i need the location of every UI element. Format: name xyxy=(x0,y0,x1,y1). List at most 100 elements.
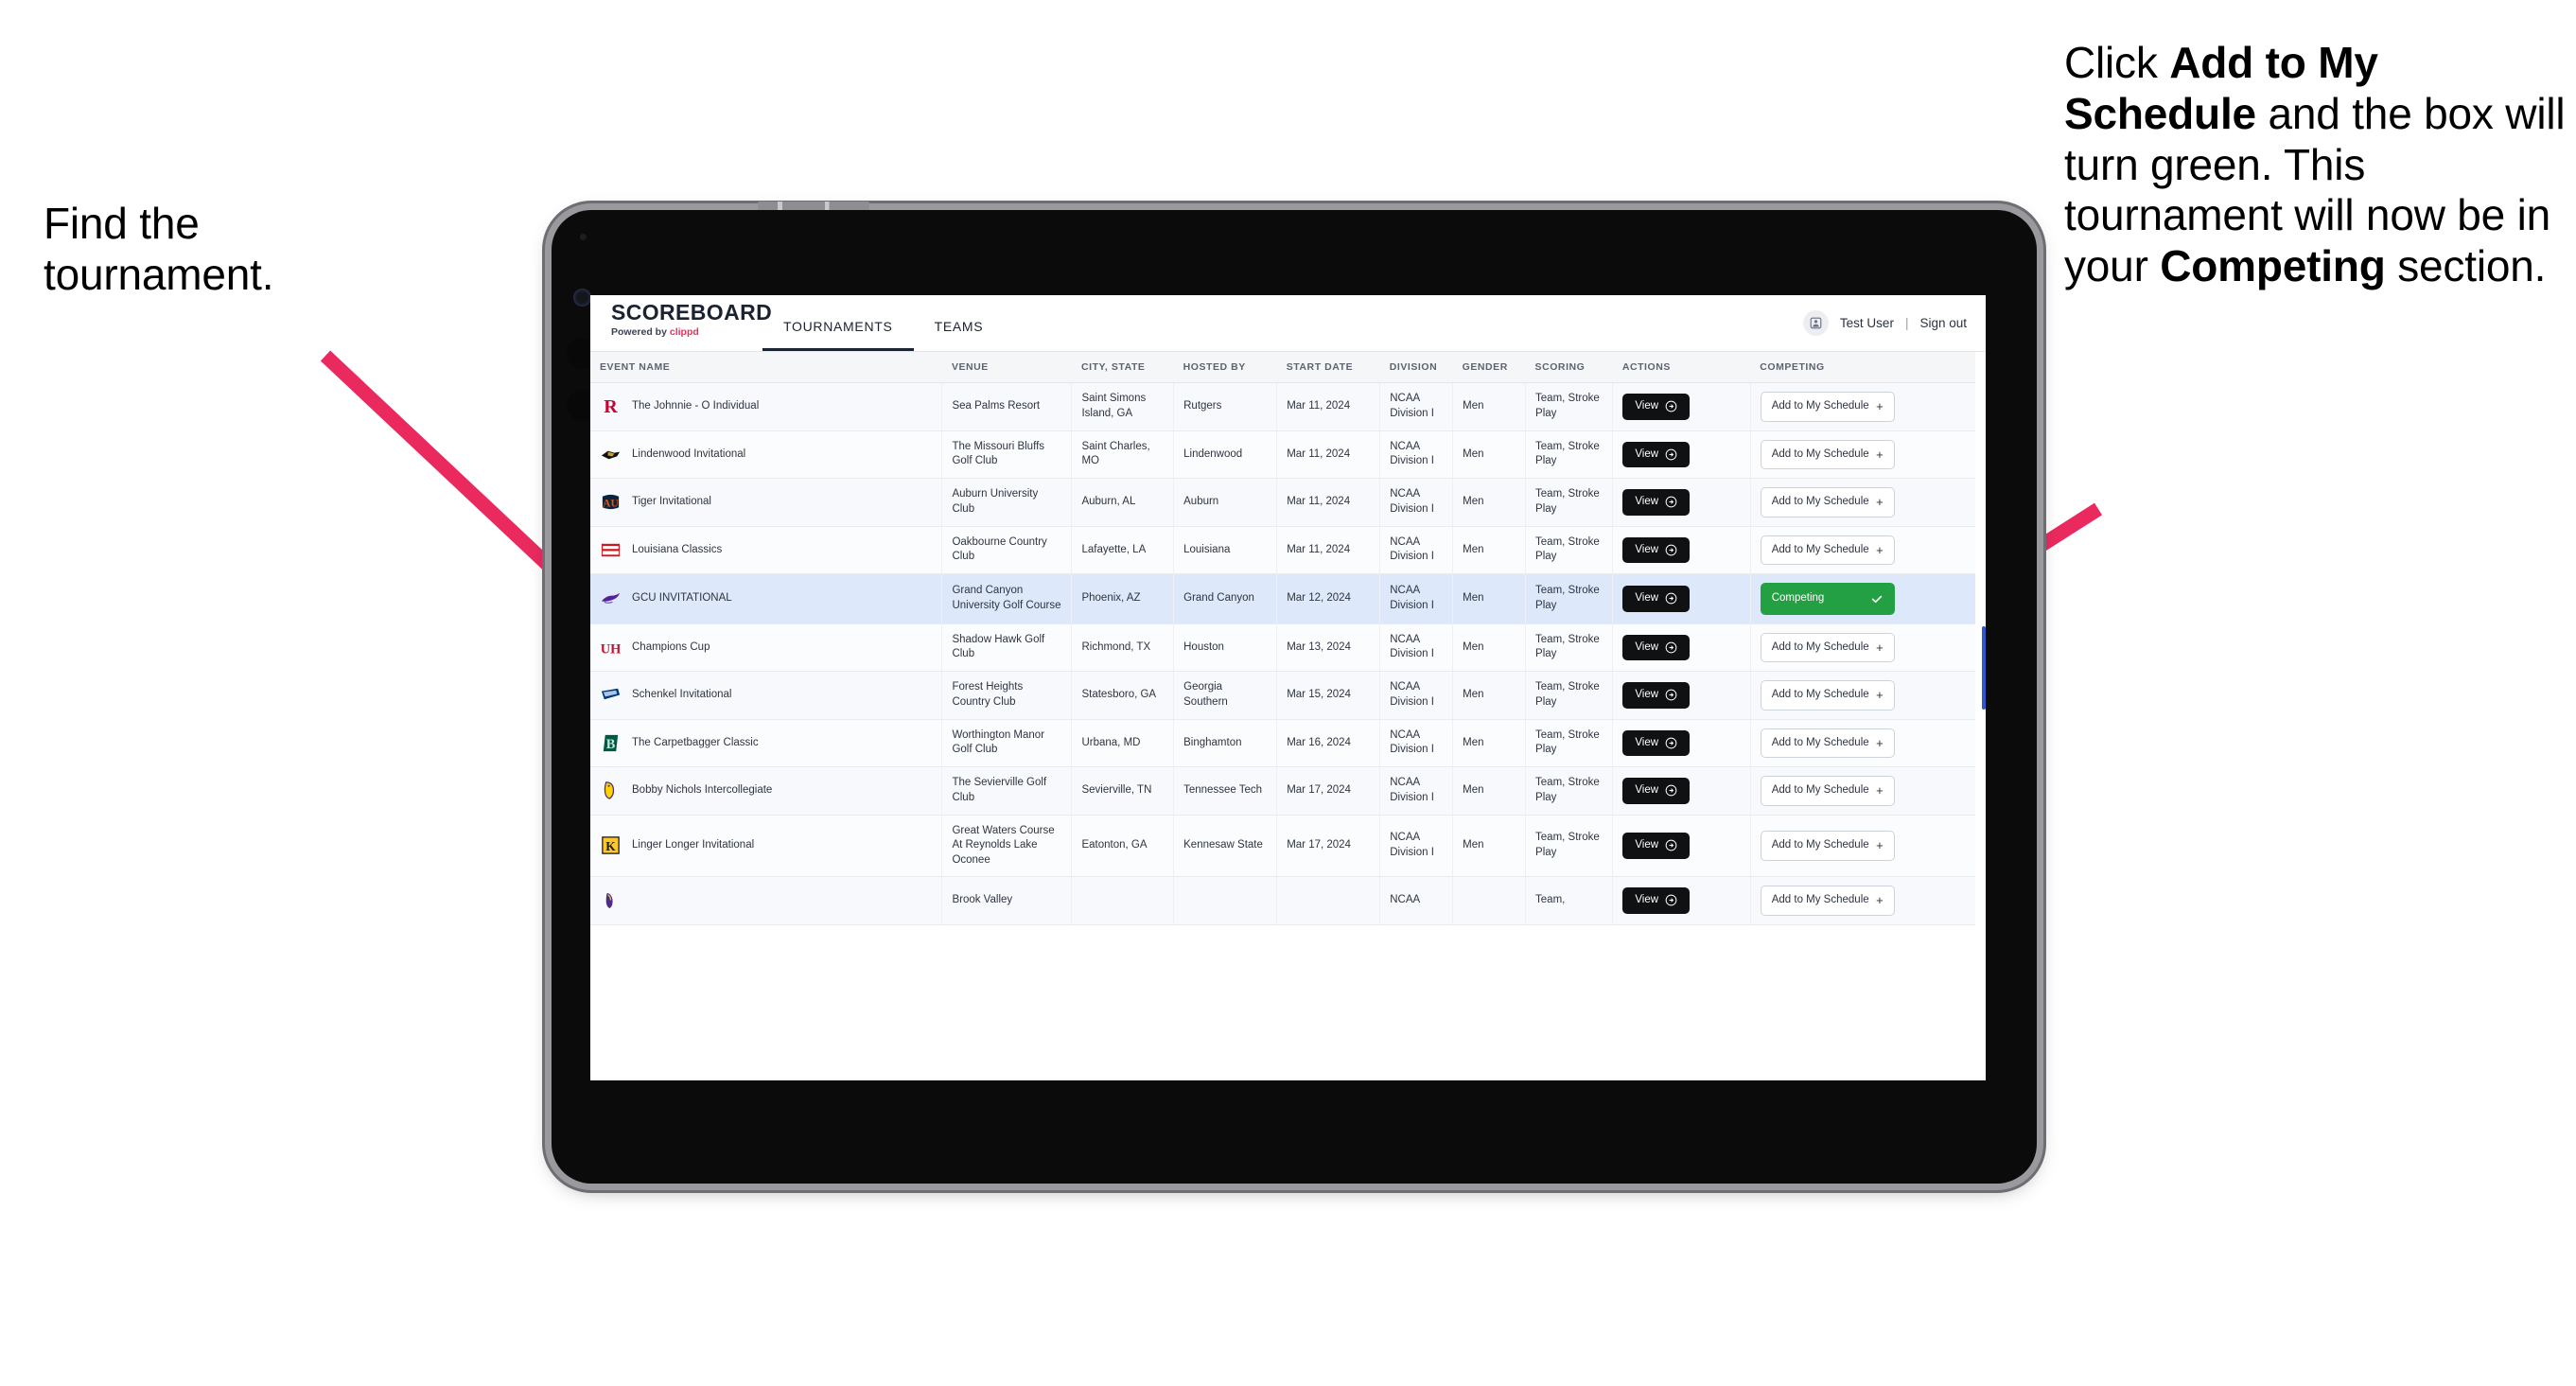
plus-icon: + xyxy=(1876,640,1884,655)
cell-scoring: Team, Stroke Play xyxy=(1525,671,1614,720)
cell-hosted-by: Lindenwood xyxy=(1173,430,1278,480)
svg-text:AU: AU xyxy=(603,499,619,510)
plus-icon: + xyxy=(1876,495,1884,510)
view-button[interactable]: View xyxy=(1622,682,1691,709)
user-avatar-icon[interactable] xyxy=(1802,310,1829,336)
view-button-label: View xyxy=(1635,592,1659,605)
column-header-9[interactable]: COMPETING xyxy=(1750,352,1975,383)
tab-teams[interactable]: TEAMS xyxy=(914,305,1005,351)
cell-actions: View xyxy=(1612,719,1751,768)
table-row[interactable]: Louisiana Classics Oakbourne Country Club… xyxy=(590,526,1975,575)
cell-gender: Men xyxy=(1452,478,1527,527)
tennessee-tech-logo xyxy=(600,780,622,801)
cell-division: NCAA Division I xyxy=(1379,671,1454,720)
column-header-1[interactable]: VENUE xyxy=(941,352,1072,383)
brand-subtitle: Powered by clippd xyxy=(611,326,762,338)
brand-logo[interactable]: SCOREBOARD Powered by clippd xyxy=(590,295,772,351)
rutgers-logo: R xyxy=(600,395,622,417)
sign-out-link[interactable]: Sign out xyxy=(1919,316,1967,330)
view-button[interactable]: View xyxy=(1622,586,1691,612)
georgia-southern-logo xyxy=(600,684,622,706)
gcu-logo xyxy=(600,588,622,609)
cell-division: NCAA Division I xyxy=(1379,623,1454,673)
cell-start-date: Mar 17, 2024 xyxy=(1276,766,1381,816)
plus-icon: + xyxy=(1876,735,1884,750)
arrow-circle-right-icon xyxy=(1665,737,1677,749)
add-to-my-schedule-button[interactable]: Add to My Schedule + xyxy=(1760,831,1895,861)
cell-venue: Shadow Hawk Golf Club xyxy=(941,623,1073,673)
cell-scoring: Team, Stroke Play xyxy=(1525,623,1614,673)
add-to-my-schedule-button[interactable]: Add to My Schedule + xyxy=(1760,728,1895,759)
table-row[interactable]: B The Carpetbagger Classic Worthington Man… xyxy=(590,719,1975,768)
table-row[interactable]: UH Champions Cup Shadow Hawk Golf Club Rich… xyxy=(590,623,1975,673)
cell-event-name: K Linger Longer Invitational xyxy=(590,815,943,878)
add-to-my-schedule-button[interactable]: Add to My Schedule + xyxy=(1760,392,1895,422)
column-header-7[interactable]: SCORING xyxy=(1525,352,1613,383)
column-header-2[interactable]: CITY, STATE xyxy=(1071,352,1174,383)
cell-gender: Men xyxy=(1452,526,1527,575)
cell-city-state: Urbana, MD xyxy=(1071,719,1175,768)
add-to-my-schedule-button[interactable]: Add to My Schedule + xyxy=(1760,535,1895,566)
binghamton-logo: B xyxy=(600,732,622,754)
cell-competing: Add to My Schedule + xyxy=(1750,719,1975,768)
column-header-8[interactable]: ACTIONS xyxy=(1612,352,1751,383)
add-to-my-schedule-button[interactable]: Add to My Schedule + xyxy=(1760,680,1895,711)
vertical-scrollbar-thumb[interactable] xyxy=(1982,626,1986,710)
column-header-6[interactable]: GENDER xyxy=(1452,352,1526,383)
column-header-3[interactable]: HOSTED BY xyxy=(1173,352,1277,383)
view-button[interactable]: View xyxy=(1622,536,1691,564)
cell-scoring: Team, Stroke Play xyxy=(1525,382,1614,431)
view-button[interactable]: View xyxy=(1622,634,1691,661)
cell-hosted-by: Auburn xyxy=(1173,478,1278,527)
tab-tournaments[interactable]: TOURNAMENTS xyxy=(762,305,914,351)
cell-division: NCAA Division I xyxy=(1379,719,1454,768)
add-to-my-schedule-button[interactable]: Add to My Schedule + xyxy=(1760,487,1895,518)
table-row[interactable]: Brook Valley NCAA Team, View Add to My Sched… xyxy=(590,876,1975,925)
column-header-5[interactable]: DIVISION xyxy=(1379,352,1453,383)
arrow-circle-right-icon xyxy=(1665,448,1677,461)
cell-hosted-by xyxy=(1173,876,1278,925)
table-row[interactable]: R The Johnnie - O Individual Sea Palms Res… xyxy=(590,382,1975,431)
header-username: Test User xyxy=(1839,316,1894,330)
table-row[interactable]: Lindenwood Invitational The Missouri Bluf… xyxy=(590,430,1975,480)
tournaments-table-scroll-area[interactable]: EVENT NAME VENUE CITY, STATE HOSTED BY START… xyxy=(590,352,1986,1080)
competing-button[interactable]: Competing xyxy=(1760,583,1895,615)
add-to-my-schedule-button[interactable]: Add to My Schedule + xyxy=(1760,632,1895,663)
table-row[interactable]: K Linger Longer Invitational Great Waters … xyxy=(590,815,1975,878)
cell-city-state: Lafayette, LA xyxy=(1071,526,1175,575)
view-button[interactable]: View xyxy=(1622,394,1691,420)
column-header-4[interactable]: START DATE xyxy=(1276,352,1380,383)
table-row[interactable]: AU Tiger Invitational Auburn University Cl… xyxy=(590,478,1975,527)
cell-actions: View xyxy=(1612,430,1751,480)
view-button[interactable]: View xyxy=(1622,441,1691,468)
cell-event-name: Lindenwood Invitational xyxy=(590,430,943,480)
view-button[interactable]: View xyxy=(1622,833,1691,859)
cell-venue: Brook Valley xyxy=(941,876,1073,925)
annotation-right-part-4: section. xyxy=(2385,241,2547,291)
cell-start-date: Mar 12, 2024 xyxy=(1276,573,1381,624)
arrow-circle-right-icon xyxy=(1665,400,1677,412)
table-row[interactable]: Schenkel Invitational Forest Heights Coun… xyxy=(590,671,1975,720)
add-to-my-schedule-button[interactable]: Add to My Schedule + xyxy=(1760,776,1895,806)
view-button[interactable]: View xyxy=(1622,489,1691,516)
cell-scoring: Team, Stroke Play xyxy=(1525,573,1614,624)
add-to-my-schedule-button[interactable]: Add to My Schedule + xyxy=(1760,886,1895,916)
cell-city-state: Saint Charles, MO xyxy=(1071,430,1175,480)
cell-competing: Add to My Schedule + xyxy=(1750,382,1975,431)
cell-city-state xyxy=(1071,876,1175,925)
view-button[interactable]: View xyxy=(1622,887,1691,914)
plus-icon: + xyxy=(1876,783,1884,798)
cell-event-name xyxy=(590,876,943,925)
event-name-label: The Johnnie - O Individual xyxy=(632,399,760,412)
cell-scoring: Team, Stroke Play xyxy=(1525,430,1614,480)
view-button[interactable]: View xyxy=(1622,778,1691,804)
column-header-0[interactable]: EVENT NAME xyxy=(590,352,942,383)
cell-division: NCAA Division I xyxy=(1379,478,1454,527)
add-to-my-schedule-button[interactable]: Add to My Schedule + xyxy=(1760,439,1895,470)
table-row[interactable]: GCU INVITATIONAL Grand Canyon University … xyxy=(590,573,1975,624)
cell-competing: Add to My Schedule + xyxy=(1750,623,1975,673)
view-button[interactable]: View xyxy=(1622,729,1691,757)
app-header: SCOREBOARD Powered by clippd TOURNAMENTS… xyxy=(590,295,1986,352)
table-row[interactable]: Bobby Nichols Intercollegiate The Sevierv… xyxy=(590,766,1975,816)
tablet-device-frame: SCOREBOARD Powered by clippd TOURNAMENTS… xyxy=(552,202,2037,1184)
